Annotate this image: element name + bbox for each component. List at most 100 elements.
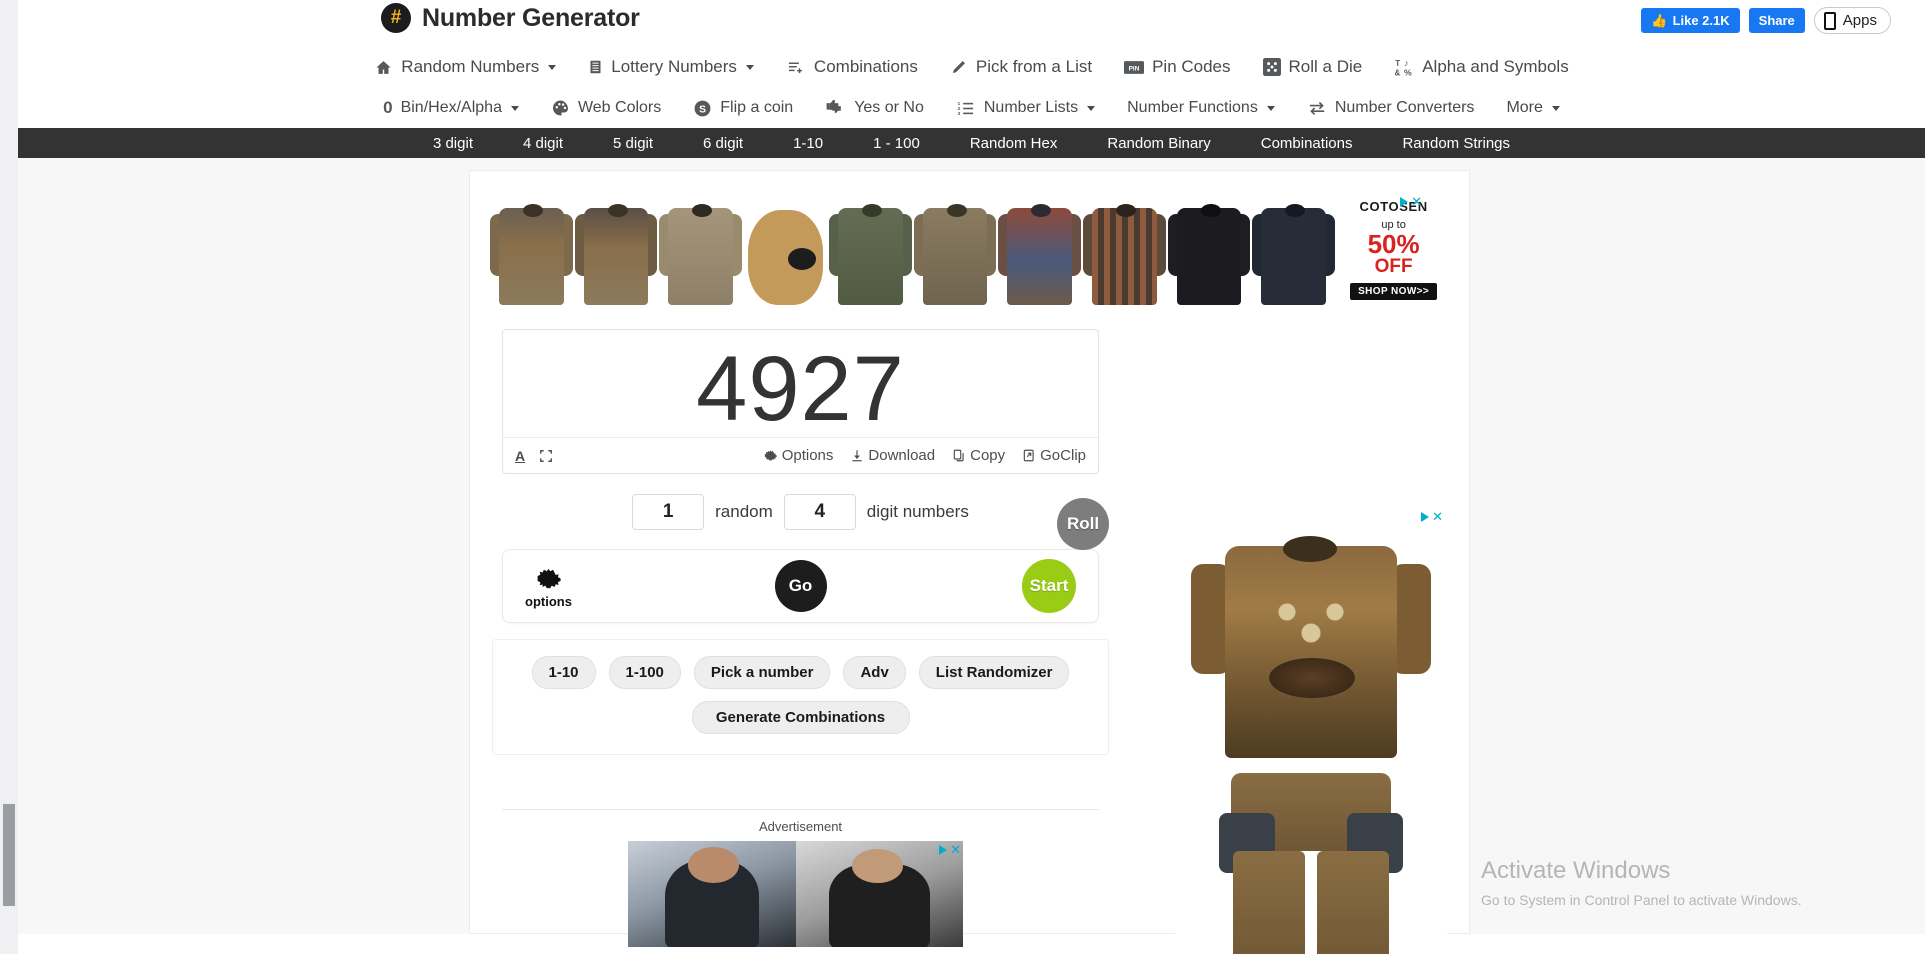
subnav-item-random-binary[interactable]: Random Binary (1082, 135, 1235, 152)
svg-text:♪: ♪ (1404, 58, 1408, 68)
ad-choices-icon[interactable] (1400, 196, 1409, 207)
nav-number-converters[interactable]: Number Converters (1291, 99, 1491, 117)
digits-input[interactable] (783, 494, 856, 530)
ad-choices-bottom[interactable]: ✕ (939, 843, 961, 856)
svg-text:%: % (1404, 67, 1412, 77)
options-tool-button[interactable]: Options (763, 447, 833, 464)
alpha-symbols-icon: T ♪ &% (1394, 58, 1414, 77)
sidebar-ad-image[interactable] (1191, 530, 1431, 758)
nav-label: Lottery Numbers (611, 57, 737, 76)
ad-choices-icon[interactable] (1421, 511, 1430, 522)
ordered-list-icon: 123 (956, 100, 976, 117)
pill-adv[interactable]: Adv (843, 656, 906, 689)
ad-choices-sidebar[interactable]: ✕ (1421, 510, 1443, 523)
facebook-share-button[interactable]: Share (1748, 8, 1805, 33)
ad-product-image[interactable] (1252, 200, 1336, 305)
ad-product-image[interactable] (1167, 200, 1251, 305)
start-button[interactable]: Start (1022, 559, 1076, 613)
ad-product-image[interactable] (828, 200, 912, 305)
social-actions: 👍 Like 2.1K Share Apps (1641, 7, 1891, 34)
roll-button[interactable]: Roll (1057, 498, 1109, 550)
nav-more[interactable]: More (1490, 99, 1575, 117)
nav-number-functions[interactable]: Number Functions (1111, 99, 1291, 117)
subnav-item-1-100[interactable]: 1 - 100 (848, 135, 945, 152)
subnav-item-combinations[interactable]: Combinations (1236, 135, 1378, 152)
quick-links: 1-10 1-100 Pick a number Adv List Random… (492, 639, 1109, 755)
pill-1-10[interactable]: 1-10 (531, 656, 596, 689)
ad-product-image[interactable] (490, 200, 573, 305)
bottom-ad-image-right[interactable] (795, 841, 963, 947)
bottom-ad[interactable]: ✕ (628, 841, 963, 947)
ad-product-image[interactable] (913, 200, 997, 305)
divider (502, 809, 1099, 810)
pill-list-randomizer[interactable]: List Randomizer (918, 656, 1070, 689)
chevron-down-icon (1266, 105, 1275, 111)
nav-label: Bin/Hex/Alpha (400, 99, 502, 116)
goclip-tool-button[interactable]: GoClip (1022, 447, 1086, 464)
go-button[interactable]: Go (774, 560, 827, 612)
sidebar-ad-image[interactable] (1203, 773, 1419, 954)
subnav-item-1-10[interactable]: 1-10 (768, 135, 848, 152)
ad-choices-icon[interactable] (939, 844, 948, 855)
brand[interactable]: # Number Generator (381, 3, 640, 33)
ad-promo-panel[interactable]: COTOSEN up to 50% OFF SHOP NOW>> (1337, 193, 1450, 305)
close-icon[interactable]: ✕ (950, 843, 961, 856)
subnav-item-3-digit[interactable]: 3 digit (408, 135, 498, 152)
bottom-ad-image-left[interactable] (628, 841, 796, 947)
sidebar-ad-top[interactable]: ✕ (1175, 508, 1447, 763)
nav-label: More (1506, 99, 1543, 116)
fullscreen-icon[interactable] (539, 449, 553, 463)
ad-product-image[interactable] (998, 200, 1082, 305)
subnav-item-random-hex[interactable]: Random Hex (945, 135, 1083, 152)
nav-label: Number Lists (983, 99, 1079, 116)
nav-alpha-and-symbols[interactable]: T ♪ &% Alpha and Symbols (1378, 57, 1584, 77)
nav-combinations[interactable]: Combinations (770, 57, 934, 77)
result-left-tools: A (515, 448, 553, 464)
nav-label: Yes or No (854, 99, 924, 116)
pill-pick-a-number[interactable]: Pick a number (693, 656, 831, 689)
nav-number-lists[interactable]: 123 Number Lists (940, 99, 1111, 117)
random-label: random (715, 502, 773, 521)
subnav-item-random-strings[interactable]: Random Strings (1377, 135, 1535, 152)
download-tool-button[interactable]: Download (850, 447, 935, 464)
ad-product-image[interactable] (1083, 200, 1166, 305)
nav-lottery-numbers[interactable]: Lottery Numbers (572, 57, 770, 77)
nav-flip-a-coin[interactable]: S Flip a coin (677, 99, 809, 118)
ticket-icon (588, 58, 603, 76)
ad-shop-now-button[interactable]: SHOP NOW>> (1350, 282, 1438, 300)
nav-random-numbers[interactable]: Random Numbers (358, 57, 572, 77)
window-scrollbar[interactable] (0, 0, 18, 954)
ad-choices-top[interactable]: ✕ (1400, 195, 1422, 208)
nav-bin-hex-alpha[interactable]: 0 Bin/Hex/Alpha (367, 98, 535, 118)
nav-yes-or-no[interactable]: Yes or No (809, 99, 940, 117)
subnav-item-4-digit[interactable]: 4 digit (498, 135, 588, 152)
ad-product-image[interactable] (659, 200, 743, 305)
pill-1-100[interactable]: 1-100 (608, 656, 681, 689)
ad-product-image[interactable] (744, 200, 827, 305)
nav-pick-from-a-list[interactable]: Pick from a List (934, 57, 1108, 77)
font-size-icon[interactable]: A (515, 448, 525, 464)
pin-icon: PIN (1124, 60, 1145, 75)
thumbs-up-icon: 👍 (1651, 12, 1668, 28)
close-icon[interactable]: ✕ (1432, 510, 1443, 523)
primary-navigation: Random Numbers Lottery Numbers Combinati… (18, 46, 1925, 88)
ad-product-image[interactable] (574, 200, 658, 305)
close-icon[interactable]: ✕ (1411, 195, 1422, 208)
nav-pin-codes[interactable]: PIN Pin Codes (1108, 57, 1246, 77)
sidebar-ad-bottom[interactable]: Blaroken SHOP NOW> (1175, 773, 1447, 954)
subnav-item-6-digit[interactable]: 6 digit (678, 135, 768, 152)
die-icon (1262, 58, 1281, 76)
facebook-like-button[interactable]: 👍 Like 2.1K (1641, 8, 1740, 33)
scrollbar-thumb[interactable] (3, 804, 15, 906)
nav-web-colors[interactable]: Web Colors (535, 99, 677, 117)
svg-text:S: S (699, 104, 706, 115)
top-banner-ad[interactable]: ✕ COTOSEN up to 50% OFF SHOP NOW>> (490, 193, 1450, 305)
watermark-title: Activate Windows (1481, 857, 1671, 885)
pill-generate-combinations[interactable]: Generate Combinations (691, 701, 910, 734)
nav-roll-a-die[interactable]: Roll a Die (1247, 57, 1379, 77)
subnav-item-5-digit[interactable]: 5 digit (588, 135, 678, 152)
apps-button[interactable]: Apps (1813, 7, 1891, 34)
copy-tool-button[interactable]: Copy (952, 447, 1005, 464)
options-button[interactable]: options (525, 564, 572, 609)
count-input[interactable] (632, 494, 705, 530)
